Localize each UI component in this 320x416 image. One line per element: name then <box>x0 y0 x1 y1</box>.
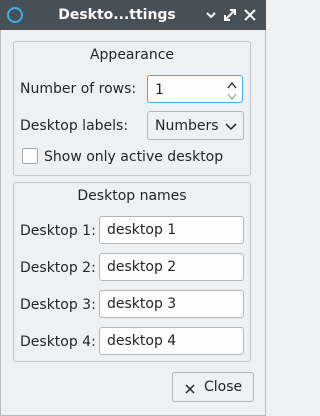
rows-label: Number of rows: <box>20 81 137 97</box>
app-icon[interactable] <box>6 6 24 24</box>
close-button[interactable]: Close <box>172 372 254 402</box>
appearance-group-title: Appearance <box>89 47 175 63</box>
close-button-label: Close <box>204 379 243 395</box>
desktop-3-label: Desktop 3: <box>20 297 96 313</box>
desktop-1-label: Desktop 1: <box>20 223 96 239</box>
minimize-icon[interactable] <box>203 7 219 23</box>
desktop-4-name-input[interactable] <box>99 327 244 355</box>
close-icon <box>185 382 195 394</box>
rows-spinbox[interactable]: 1 <box>147 75 243 103</box>
window-title: Deskto...ttings <box>58 7 176 23</box>
desktop-2-name-input[interactable] <box>99 253 244 281</box>
desktop-2-label: Desktop 2: <box>20 260 96 276</box>
desktop-names-group-title: Desktop names <box>77 188 187 204</box>
chevron-up-icon[interactable] <box>226 78 238 89</box>
rows-value[interactable]: 1 <box>155 81 164 99</box>
chevron-down-icon[interactable] <box>226 90 238 101</box>
labels-label: Desktop labels: <box>20 118 129 134</box>
close-icon[interactable] <box>242 7 258 23</box>
desktop-labels-select[interactable]: Numbers <box>147 111 244 140</box>
desktop-1-name-input[interactable] <box>99 216 244 244</box>
desktop-3-name-input[interactable] <box>99 290 244 318</box>
desktop-labels-value: Numbers <box>155 118 219 134</box>
title-bar[interactable]: Deskto...ttings <box>0 0 266 30</box>
show-active-only-checkbox[interactable] <box>22 148 38 164</box>
desktop-4-label: Desktop 4: <box>20 334 96 350</box>
chevron-down-icon <box>225 120 237 131</box>
maximize-icon[interactable] <box>222 7 238 23</box>
show-active-only-label[interactable]: Show only active desktop <box>44 148 223 166</box>
